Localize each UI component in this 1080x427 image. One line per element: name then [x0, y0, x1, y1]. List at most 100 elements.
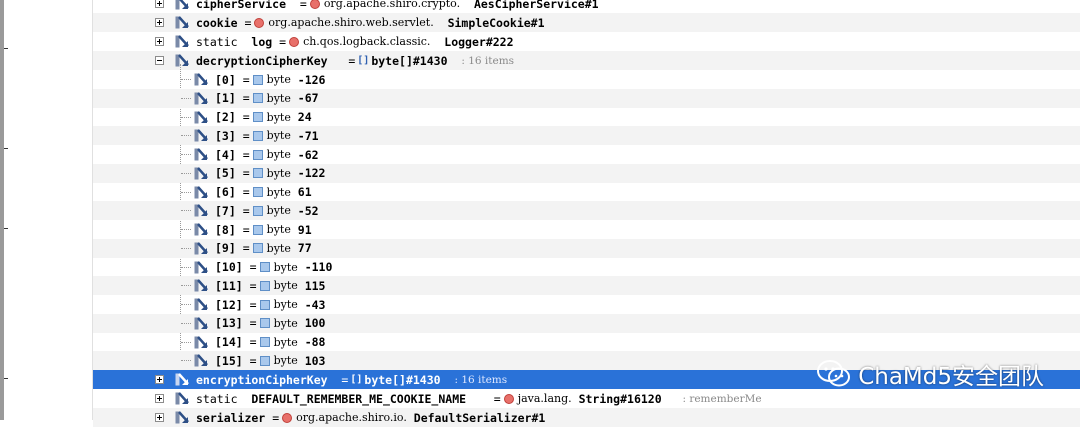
tree-guide-branch [181, 322, 191, 324]
byte-value: -62 [297, 147, 319, 162]
field-icon [194, 110, 208, 123]
tree-guide-branch [181, 341, 191, 343]
array-element-row[interactable]: [9] = byte 77 [93, 238, 1080, 258]
equals-sign: = [242, 222, 250, 237]
array-element-row[interactable]: [7] = byte -52 [93, 201, 1080, 221]
equals-sign: = [249, 335, 257, 349]
expand-toggle[interactable] [155, 413, 164, 422]
static-modifier: static [196, 34, 238, 49]
item-count: : 16 items [461, 54, 515, 67]
array-element-row[interactable]: [10] = byte -110 [93, 258, 1080, 277]
array-element-row[interactable]: [4] = byte -62 [93, 145, 1080, 164]
equals-sign: = [272, 410, 280, 425]
array-element-row[interactable]: [14] = byte -88 [93, 333, 1080, 352]
array-index: [10] [215, 260, 243, 274]
tree-guide-branch [181, 304, 191, 305]
array-type: byte[]#1430 [364, 372, 441, 387]
array-element-row[interactable]: [12] = byte -43 [93, 295, 1080, 314]
value-type: byte [266, 223, 291, 236]
tree-guide-branch [181, 116, 191, 118]
byte-value: -88 [304, 335, 326, 349]
value-type: byte [273, 298, 298, 311]
equals-sign: = [242, 147, 250, 162]
tree-guide-branch [181, 360, 191, 362]
type-namespace: org.apache.shiro.crypto. [323, 0, 461, 10]
primitive-value-icon [252, 187, 263, 197]
tree-row-log[interactable]: static log = ch.qos.logback.classic. Logg… [93, 32, 1080, 51]
primitive-value-icon [259, 280, 270, 291]
field-icon [194, 166, 208, 180]
watermark-text: ChaMd5安全团队 [858, 364, 1044, 390]
byte-value: -67 [297, 91, 319, 106]
tree-row-cookie[interactable]: cookie = org.apache.shiro.web.servlet. Si… [93, 13, 1080, 32]
type-class: String#16120 [578, 391, 662, 406]
primitive-value-icon [252, 149, 263, 160]
equals-sign: = [249, 278, 257, 293]
array-element-row[interactable]: [13] = byte 100 [93, 313, 1080, 333]
array-element-row[interactable]: [8] = byte 91 [93, 220, 1080, 239]
array-element-row[interactable]: [2] = byte 24 [93, 108, 1080, 127]
byte-value: 61 [297, 185, 312, 199]
field-icon [194, 73, 208, 86]
expand-toggle[interactable] [155, 375, 164, 384]
equals-sign: = [299, 0, 307, 11]
array-icon: [] [350, 374, 363, 385]
field-icon [175, 16, 189, 29]
tree-row-decryptionCipherKey[interactable]: decryptionCipherKey =[] byte[]#1430 : 16 … [93, 51, 1080, 70]
array-index: [14] [215, 335, 243, 349]
array-element-row[interactable]: [3] = byte -71 [93, 126, 1080, 146]
value-type: byte [266, 129, 291, 143]
value-type: byte [273, 279, 298, 293]
field-icon [175, 392, 189, 405]
value-type: byte [266, 91, 291, 105]
array-index: [9] [215, 241, 236, 256]
tree-row-serializer[interactable]: serializer = org.apache.shiro.io. Default… [93, 408, 1080, 427]
object-instance-icon [282, 412, 293, 423]
field-name: DEFAULT_REMEMBER_ME_COOKIE_NAME [251, 391, 467, 406]
tree-row-cipherService[interactable]: cipherService = org.apache.shiro.crypto. … [93, 0, 1080, 13]
equals-sign: = [348, 53, 356, 68]
array-index: [2] [215, 110, 236, 124]
expand-toggle[interactable] [155, 0, 164, 8]
value-type: byte [273, 260, 298, 274]
array-index: [4] [215, 147, 236, 162]
type-class: DefaultSerializer#1 [413, 410, 546, 425]
array-element-row[interactable]: [0] = byte -126 [93, 70, 1080, 89]
equals-sign: = [242, 91, 250, 106]
left-panel-edge [0, 0, 92, 420]
tree-guide-branch [181, 266, 191, 268]
array-element-row[interactable]: [6] = byte 61 [93, 183, 1080, 202]
collapse-toggle[interactable] [155, 56, 164, 65]
tree-guide-branch [181, 172, 191, 174]
array-element-row[interactable]: [11] = byte 115 [93, 276, 1080, 296]
field-icon [194, 335, 208, 348]
array-element-row[interactable]: [5] = byte -122 [93, 163, 1080, 183]
primitive-value-icon [252, 74, 263, 85]
wechat-logo-icon [817, 360, 851, 387]
type-class: AesCipherService#1 [473, 0, 599, 11]
tree-guide-branch [181, 229, 191, 230]
tree-guide-branch [181, 191, 191, 193]
array-icon: [] [357, 55, 370, 66]
primitive-value-icon [259, 355, 270, 366]
field-value: : rememberMe [682, 392, 762, 405]
equals-sign: = [249, 260, 257, 274]
field-name: encryptionCipherKey [196, 372, 328, 387]
array-index: [8] [215, 222, 236, 237]
tree-row-default-remember-me-cookie-name[interactable]: static DEFAULT_REMEMBER_ME_COOKIE_NAME =… [93, 389, 1080, 408]
field-name: serializer [196, 410, 266, 425]
value-type: byte [273, 335, 298, 349]
expand-toggle[interactable] [155, 37, 164, 46]
byte-value: -71 [297, 128, 319, 143]
primitive-value-icon [252, 224, 263, 235]
expand-toggle[interactable] [155, 394, 164, 403]
primitive-value-icon [252, 112, 263, 122]
field-icon [194, 185, 208, 198]
field-icon [194, 129, 208, 142]
value-type: byte [266, 185, 291, 199]
array-element-row[interactable]: [1] = byte -67 [93, 88, 1080, 108]
expand-toggle[interactable] [155, 18, 164, 27]
equals-sign: = [279, 34, 287, 49]
field-icon [194, 223, 208, 236]
field-name: cipherService [196, 0, 287, 11]
